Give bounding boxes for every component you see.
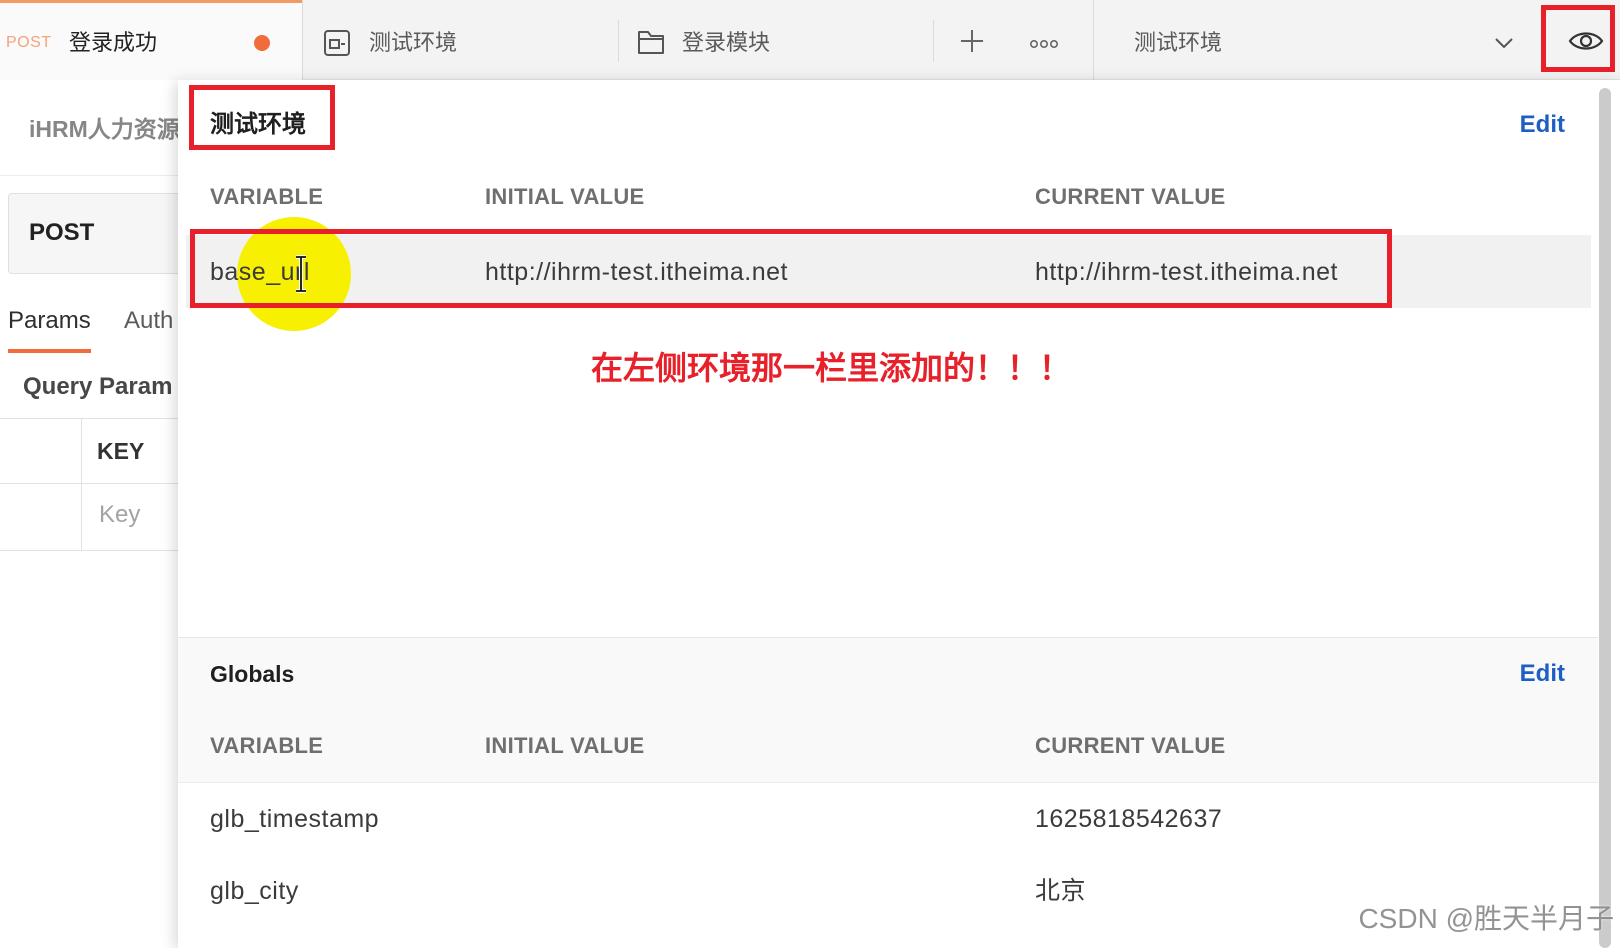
column-header-variable: VARIABLE [210,184,324,209]
variable-name: glb_city [210,877,299,905]
column-header-initial-value: INITIAL VALUE [485,733,645,758]
column-header-current-value: CURRENT VALUE [1035,733,1226,758]
plus-icon[interactable] [959,28,985,54]
tab-title: 登录模块 [682,30,771,55]
active-tab-underline [8,349,91,353]
environment-selector[interactable]: 测试环境 [1094,0,1540,80]
chevron-down-icon [1494,36,1514,49]
current-value: 1625818542637 [1035,805,1223,833]
method-label: POST [29,219,95,246]
globals-title: Globals [210,661,295,687]
annotation-box-eye [1541,5,1615,72]
current-value: 北京 [1035,877,1087,905]
tab-login-success[interactable]: POST 登录成功 [0,0,302,80]
query-params-title: Query Param [23,373,173,400]
header-divider [0,175,178,176]
tab-folder-login-module[interactable]: 登录模块 [619,0,933,80]
key-input[interactable]: Key [99,500,140,530]
column-header-current-value: CURRENT VALUE [1035,184,1226,209]
column-header-initial-value: INITIAL VALUE [485,184,645,209]
tab-params[interactable]: Params [8,306,91,336]
table-border [0,483,178,484]
column-header-variable: VARIABLE [210,733,324,758]
globals-header [178,637,1598,783]
environment-icon [323,29,351,57]
unsaved-dot-icon [254,35,270,51]
environment-selector-value: 测试环境 [1134,30,1223,55]
annotation-box-environment-name [189,85,335,150]
tab-method-label: POST [6,34,52,51]
table-border [0,550,178,551]
more-horizontal-icon[interactable] [1029,36,1059,49]
tab-title: 测试环境 [369,30,458,55]
collection-title: iHRM人力资源 [29,116,178,142]
folder-icon [637,29,665,55]
table-column-border [81,418,82,550]
tab-authorization[interactable]: Auth [124,306,173,336]
annotation-note: 在左侧环境那一栏里添加的！！！ [591,350,1072,386]
text-cursor-icon [295,255,307,293]
active-tab-indicator [0,0,302,3]
tab-bar: POST 登录成功 测试环境 登录模块 测试环境 [0,0,1620,80]
request-panel: iHRM人力资源 POST Params Auth Query Param KE… [0,80,178,948]
environment-edit-link[interactable]: Edit [1520,110,1565,140]
annotation-box-variable-row [190,229,1392,308]
tab-divider [933,20,934,62]
method-select[interactable]: POST [8,193,178,274]
variable-name: glb_timestamp [210,805,380,833]
table-border [0,418,178,419]
popup-scrollbar[interactable] [1599,88,1611,948]
tab-title: 登录成功 [69,30,158,55]
globals-edit-link[interactable]: Edit [1520,659,1565,689]
environment-quick-look-popup: 测试环境 Edit VARIABLE INITIAL VALUE CURRENT… [178,80,1620,948]
watermark: CSDN @胜天半月子 [1358,903,1614,934]
tab-environment[interactable]: 测试环境 [303,0,618,80]
key-column-header: KEY [97,438,145,464]
